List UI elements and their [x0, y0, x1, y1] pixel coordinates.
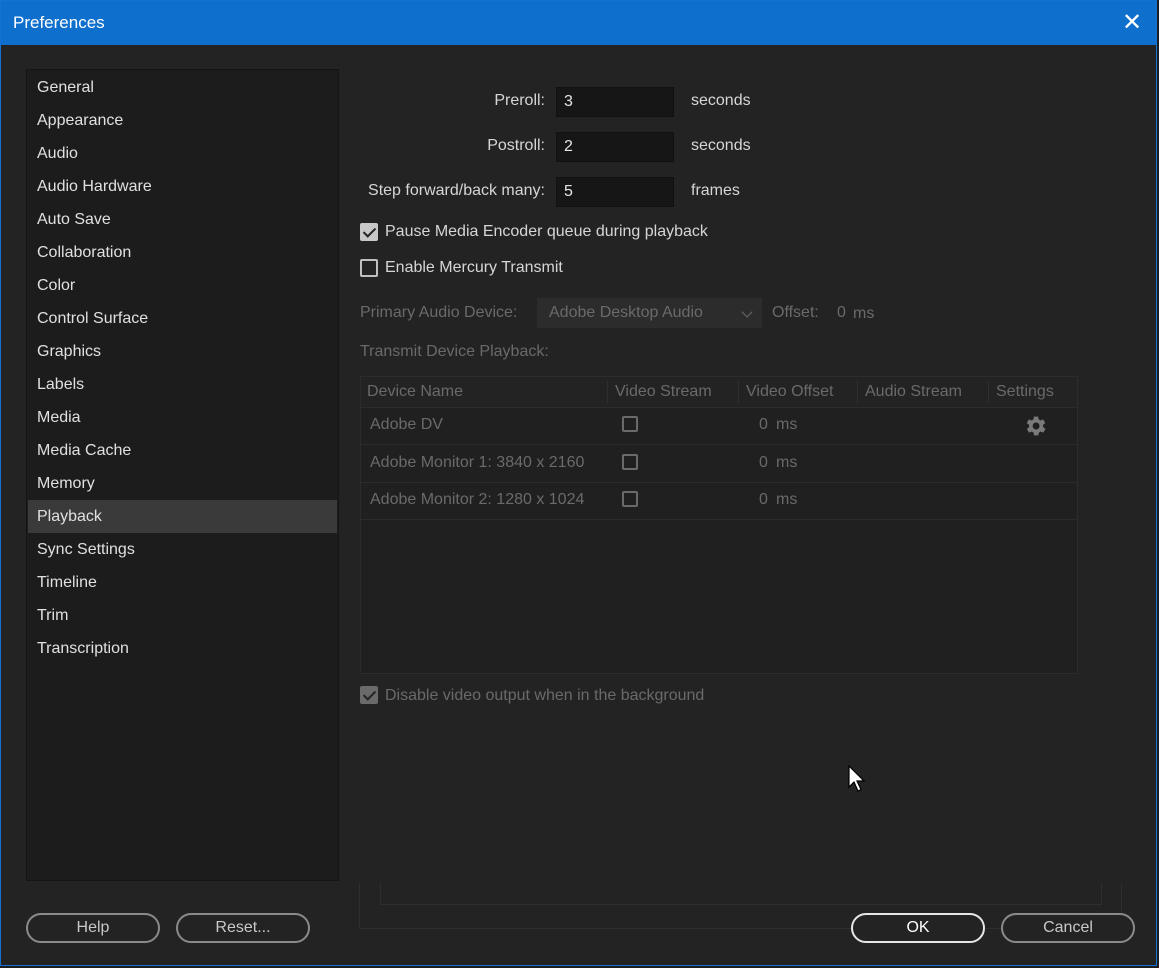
column-header: Device Name [367, 383, 464, 400]
pause-encoder-checkbox[interactable] [360, 223, 378, 241]
step-input[interactable] [556, 177, 674, 207]
table-row[interactable]: Adobe Monitor 1: 3840 x 2160 0 ms [361, 445, 1077, 483]
postroll-label: Postroll: [487, 137, 545, 154]
postroll-unit: seconds [691, 137, 751, 154]
sidebar-item-transcription[interactable]: Transcription [28, 632, 337, 665]
sidebar-item-audio-hardware[interactable]: Audio Hardware [28, 170, 337, 203]
column-header: Video Offset [746, 383, 834, 400]
sidebar-item-graphics[interactable]: Graphics [28, 335, 337, 368]
sidebar-item-general[interactable]: General [28, 71, 337, 104]
mouse-cursor-icon [848, 765, 866, 792]
close-icon[interactable]: ✕ [1118, 9, 1146, 37]
table-row[interactable]: Adobe DV 0 ms [361, 407, 1077, 445]
gear-icon[interactable] [1022, 413, 1048, 439]
sidebar-item-media[interactable]: Media [28, 401, 337, 434]
sidebar-item-sync-settings[interactable]: Sync Settings [28, 533, 337, 566]
offset-unit: ms [853, 305, 875, 322]
chevron-down-icon [741, 306, 753, 318]
preroll-unit: seconds [691, 92, 751, 109]
sidebar-item-control-surface[interactable]: Control Surface [28, 302, 337, 335]
audio-device-label: Primary Audio Device: [360, 304, 518, 321]
disable-background-label: Disable video output when in the backgro… [385, 687, 705, 704]
mercury-transmit-checkbox[interactable] [360, 259, 378, 277]
offset-value: 0 [837, 304, 846, 321]
table-row[interactable]: Adobe Monitor 2: 1280 x 1024 0 ms [361, 482, 1077, 520]
video-offset: 0 [759, 491, 768, 508]
reset-button[interactable]: Reset... [176, 913, 310, 943]
preferences-sidebar: General Appearance Audio Audio Hardware Auto… [26, 69, 339, 881]
sidebar-item-media-cache[interactable]: Media Cache [28, 434, 337, 467]
column-header: Audio Stream [865, 383, 962, 400]
mercury-transmit-label: Enable Mercury Transmit [385, 259, 563, 276]
postroll-input[interactable] [556, 132, 674, 162]
video-offset: 0 [759, 454, 768, 471]
sidebar-item-audio[interactable]: Audio [28, 137, 337, 170]
video-stream-checkbox[interactable] [622, 491, 638, 507]
transmit-device-table: Device Name Video Stream Video Offset Au… [360, 376, 1078, 674]
sidebar-item-labels[interactable]: Labels [28, 368, 337, 401]
step-label: Step forward/back many: [368, 182, 545, 199]
preroll-input[interactable] [556, 87, 674, 117]
lower-inner-panel [380, 883, 1102, 905]
device-name: Adobe DV [370, 416, 443, 433]
column-header: Video Stream [615, 383, 712, 400]
audio-device-dropdown[interactable]: Adobe Desktop Audio [537, 298, 762, 328]
ok-button[interactable]: OK [851, 913, 985, 943]
video-offset: 0 [759, 416, 768, 433]
step-unit: frames [691, 182, 740, 199]
sidebar-item-timeline[interactable]: Timeline [28, 566, 337, 599]
audio-device-value: Adobe Desktop Audio [549, 304, 703, 321]
sidebar-item-trim[interactable]: Trim [28, 599, 337, 632]
device-name: Adobe Monitor 2: 1280 x 1024 [370, 491, 585, 508]
preferences-dialog: Preferences ✕ General Appearance Audio Audi… [0, 0, 1157, 966]
pause-encoder-label: Pause Media Encoder queue during playbac… [385, 223, 708, 240]
video-offset-unit: ms [776, 491, 798, 508]
sidebar-item-playback[interactable]: Playback [28, 500, 337, 533]
sidebar-item-color[interactable]: Color [28, 269, 337, 302]
sidebar-item-auto-save[interactable]: Auto Save [28, 203, 337, 236]
sidebar-item-collaboration[interactable]: Collaboration [28, 236, 337, 269]
offset-label: Offset: [772, 304, 819, 321]
sidebar-item-appearance[interactable]: Appearance [28, 104, 337, 137]
video-offset-unit: ms [776, 416, 798, 433]
video-stream-checkbox[interactable] [622, 416, 638, 432]
cancel-button[interactable]: Cancel [1001, 913, 1135, 943]
device-name: Adobe Monitor 1: 3840 x 2160 [370, 454, 585, 471]
video-offset-unit: ms [776, 454, 798, 471]
disable-background-checkbox[interactable] [360, 686, 378, 704]
column-header: Settings [996, 383, 1054, 400]
title-bar: Preferences ✕ [1, 1, 1156, 45]
sidebar-item-memory[interactable]: Memory [28, 467, 337, 500]
transmit-label: Transmit Device Playback: [360, 343, 549, 360]
window-title: Preferences [13, 13, 105, 32]
table-header: Device Name Video Stream Video Offset Au… [361, 377, 1077, 408]
video-stream-checkbox[interactable] [622, 454, 638, 470]
preroll-label: Preroll: [494, 92, 545, 109]
help-button[interactable]: Help [26, 913, 160, 943]
